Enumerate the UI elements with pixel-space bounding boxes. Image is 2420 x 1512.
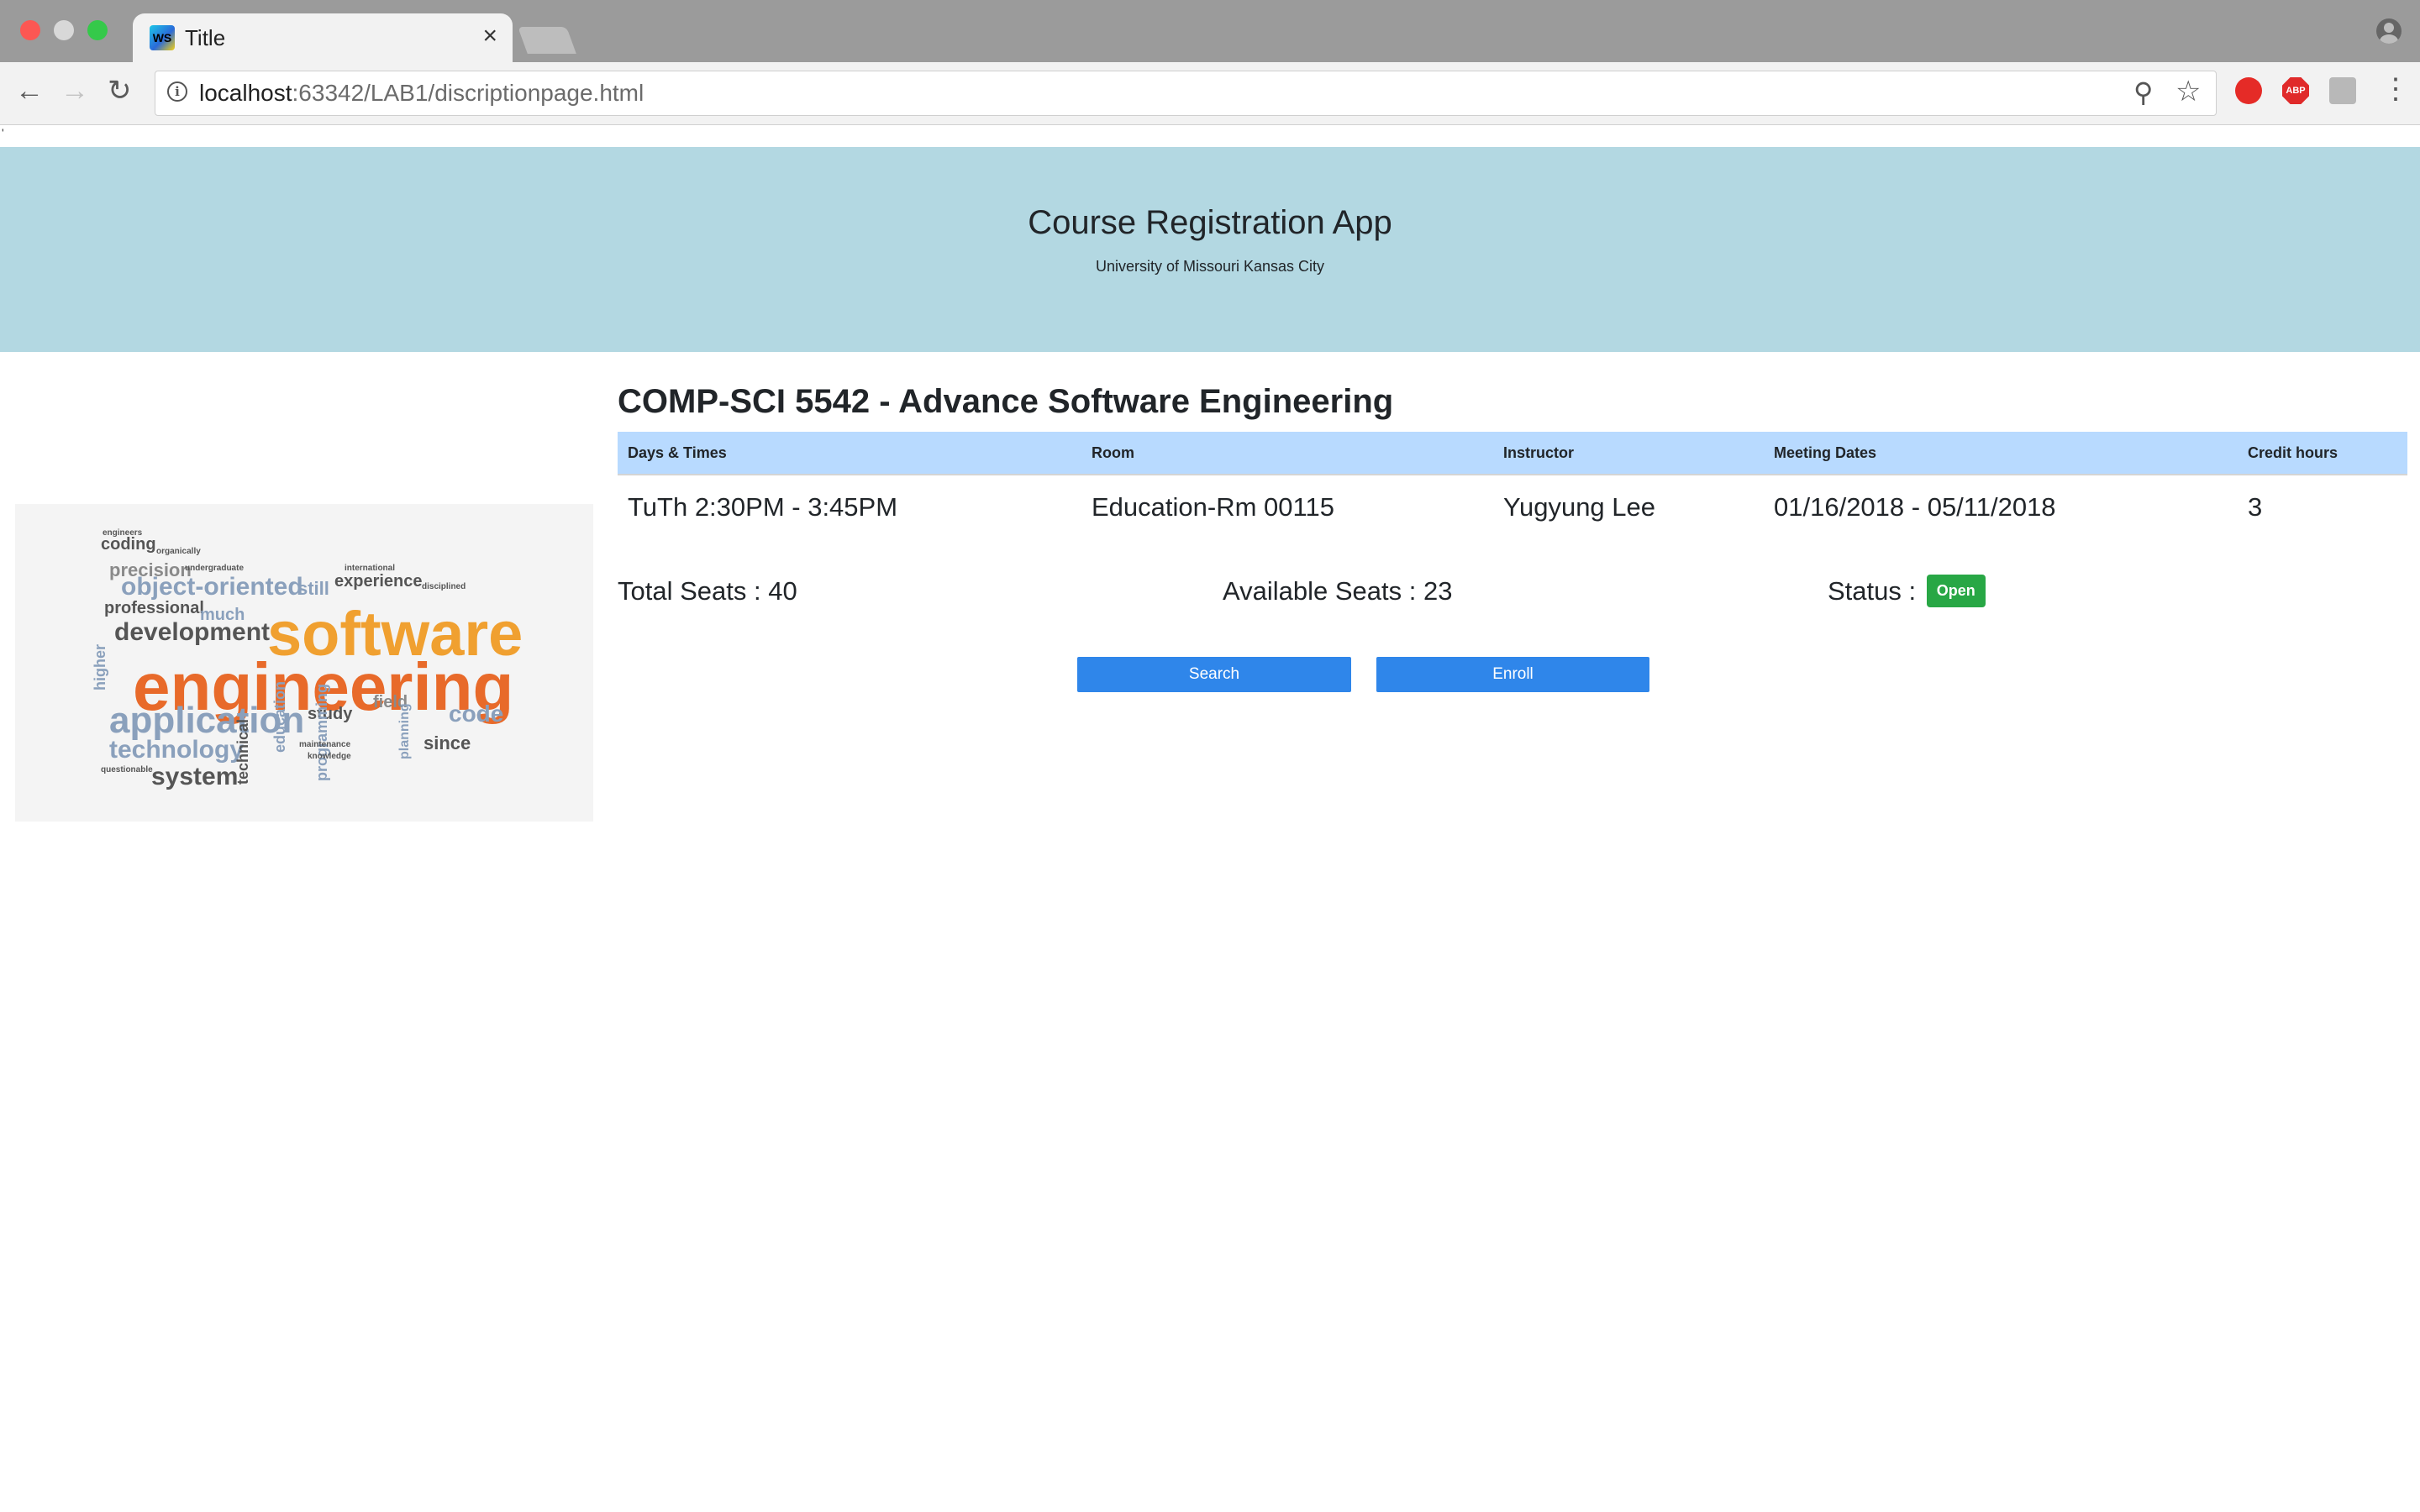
- new-tab-button[interactable]: [518, 27, 576, 54]
- stray-mark: ': [2, 126, 4, 139]
- cell-room: Education-Rm 00115: [1092, 492, 1334, 522]
- cell-credit-hours: 3: [2248, 492, 2263, 522]
- word-cloud-word: code: [449, 701, 504, 727]
- zoom-icon[interactable]: ⚲: [2133, 76, 2153, 108]
- search-button[interactable]: Search: [1077, 657, 1351, 692]
- word-cloud-word: undergraduate: [185, 564, 245, 573]
- url-text[interactable]: localhost:63342/LAB1/discriptionpage.htm…: [199, 80, 644, 107]
- browser-tab[interactable]: WS Title ×: [133, 13, 513, 62]
- table-header-row: Days & Times Room Instructor Meeting Dat…: [618, 432, 2407, 475]
- webstorm-favicon-icon: WS: [150, 25, 175, 50]
- available-seats: Available Seats : 23: [1223, 576, 1453, 606]
- column-header-credit-hours: Credit hours: [2238, 432, 2407, 475]
- word-cloud-word: organically: [156, 547, 201, 556]
- enroll-button[interactable]: Enroll: [1376, 657, 1649, 692]
- column-header-days-times: Days & Times: [618, 432, 1081, 475]
- app-subtitle: University of Missouri Kansas City: [1095, 258, 1325, 275]
- tab-title: Title: [185, 25, 226, 50]
- table-row: TuTh 2:30PM - 3:45PM Education-Rm 00115 …: [618, 475, 2407, 539]
- info-icon[interactable]: i: [167, 81, 187, 102]
- forward-arrow-icon[interactable]: →: [60, 74, 89, 108]
- word-cloud-word: knowledge: [308, 752, 351, 761]
- course-title: COMP-SCI 5542 - Advance Software Enginee…: [618, 383, 1394, 420]
- url-host: localhost: [199, 80, 292, 106]
- status: Status : Open: [1828, 575, 1986, 609]
- column-header-room: Room: [1081, 432, 1493, 475]
- extension-red-icon[interactable]: [2235, 77, 2262, 104]
- word-cloud-word: planning: [397, 703, 412, 759]
- extension-gray-icon[interactable]: [2329, 77, 2356, 104]
- word-cloud-word: precision: [109, 559, 192, 580]
- app-title: Course Registration App: [1028, 204, 1392, 241]
- word-cloud-word: system: [151, 763, 239, 790]
- word-cloud-word: development: [114, 618, 271, 646]
- adblock-plus-icon[interactable]: ABP: [2282, 77, 2309, 104]
- back-arrow-icon[interactable]: ←: [15, 74, 44, 108]
- cell-days-times: TuTh 2:30PM - 3:45PM: [628, 492, 898, 522]
- reload-icon[interactable]: ↻: [108, 74, 132, 108]
- course-details-table: Days & Times Room Instructor Meeting Dat…: [618, 432, 2407, 539]
- status-label: Status :: [1828, 576, 1917, 606]
- column-header-meeting-dates: Meeting Dates: [1764, 432, 2238, 475]
- browser-menu-icon[interactable]: ⋮: [2381, 72, 2410, 106]
- word-cloud-word: experience: [334, 572, 423, 591]
- cell-instructor: Yugyung Lee: [1503, 492, 1656, 522]
- word-cloud-word: since: [424, 732, 471, 753]
- profile-icon[interactable]: [2376, 18, 2402, 44]
- word-cloud-word: coding: [101, 535, 156, 554]
- window-maximize-button[interactable]: [87, 20, 108, 40]
- total-seats: Total Seats : 40: [618, 576, 797, 606]
- word-cloud-word: engineers: [103, 528, 143, 538]
- word-cloud-word: higher: [92, 643, 108, 690]
- header-banner: Course Registration App University of Mi…: [0, 147, 2420, 352]
- word-cloud-word: maintenance: [299, 740, 351, 749]
- word-cloud-word: questionable: [101, 765, 153, 774]
- word-cloud-word: much: [200, 606, 245, 624]
- browser-toolbar: ← → ↻ i localhost:63342/LAB1/discription…: [0, 62, 2420, 125]
- word-cloud-word: technical: [234, 718, 251, 785]
- window-close-button[interactable]: [20, 20, 40, 40]
- word-cloud-word: still: [297, 578, 329, 599]
- word-cloud-word: disciplined: [422, 582, 466, 591]
- column-header-instructor: Instructor: [1493, 432, 1764, 475]
- word-cloud-word: professional: [104, 599, 204, 617]
- word-cloud-word: technology: [109, 736, 245, 764]
- address-bar[interactable]: i localhost:63342/LAB1/discriptionpage.h…: [155, 71, 2217, 116]
- window-minimize-button[interactable]: [54, 20, 74, 40]
- bookmark-star-icon[interactable]: ☆: [2175, 75, 2201, 108]
- software-engineering-word-cloud-image: software engineering application object-ori…: [15, 504, 593, 822]
- tab-close-icon[interactable]: ×: [482, 22, 497, 50]
- word-cloud-word: international: [345, 564, 396, 573]
- status-badge: Open: [1926, 575, 1986, 608]
- url-path: :63342/LAB1/discriptionpage.html: [292, 80, 644, 106]
- word-cloud-word: programming: [313, 683, 330, 781]
- word-cloud-word: education: [271, 680, 288, 753]
- cell-meeting-dates: 01/16/2018 - 05/11/2018: [1774, 492, 2056, 522]
- browser-titlebar: WS Title ×: [0, 0, 2420, 62]
